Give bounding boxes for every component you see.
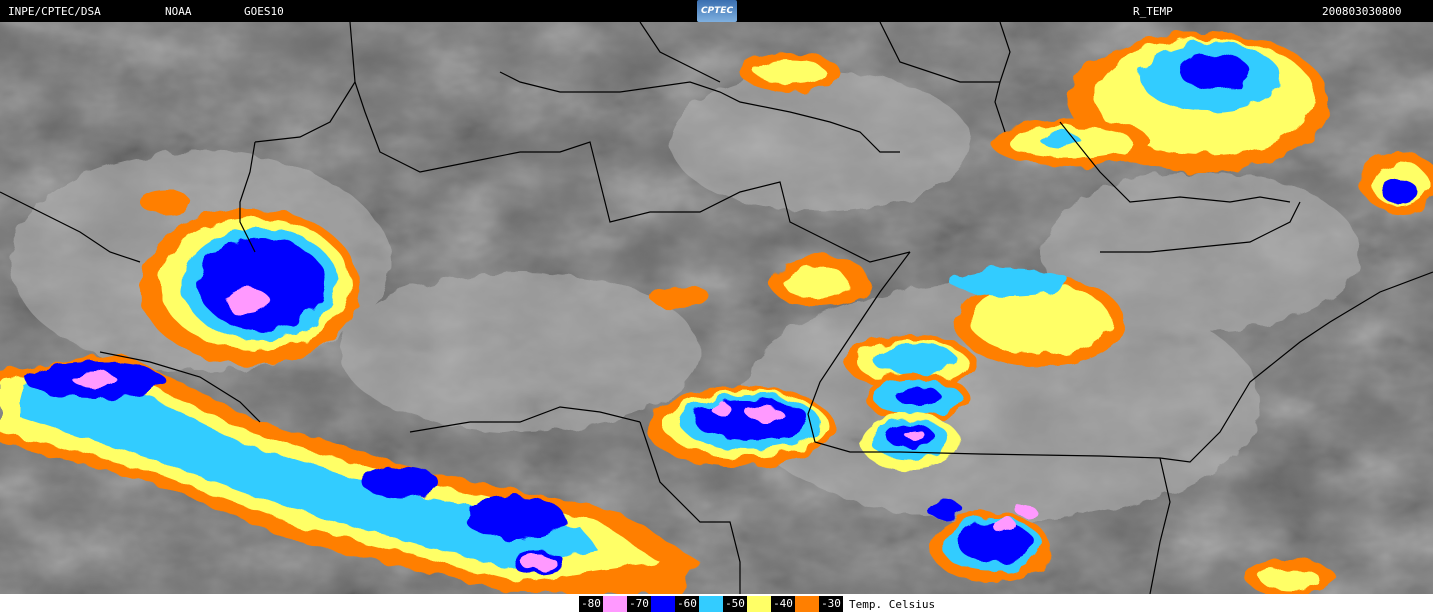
legend-title: Temp. Celsius <box>849 597 936 611</box>
legend-label-0: -80 <box>579 596 603 612</box>
legend-label-4: -40 <box>771 596 795 612</box>
logo-text: CPTEC <box>700 6 734 16</box>
legend-swatch-4 <box>795 596 819 612</box>
product-label: R_TEMP <box>1133 5 1173 18</box>
legend-swatch-2 <box>699 596 723 612</box>
legend-swatch-0 <box>603 596 627 612</box>
legend-swatch-1 <box>651 596 675 612</box>
header-bar: INPE/CPTEC/DSA NOAA GOES10 CPTEC R_TEMP … <box>0 0 1433 22</box>
satellite-image[interactable] <box>0 22 1433 594</box>
legend-label-1: -70 <box>627 596 651 612</box>
legend-label-5: -30 <box>819 596 843 612</box>
legend-bar: -80 -70 -60 -50 -40 -30 Temp. Celsius <box>0 594 1433 614</box>
legend-label-3: -50 <box>723 596 747 612</box>
legend-label-2: -60 <box>675 596 699 612</box>
cloud-top-map <box>0 22 1433 594</box>
agency-label: INPE/CPTEC/DSA <box>8 5 101 18</box>
legend-swatch-3 <box>747 596 771 612</box>
satellite-label: GOES10 <box>244 5 284 18</box>
cell-west <box>140 209 360 365</box>
cell-central <box>645 387 835 467</box>
cptec-logo: CPTEC <box>697 0 737 22</box>
source-label: NOAA <box>165 5 192 18</box>
legend-scale: -80 -70 -60 -50 -40 -30 Temp. Celsius <box>579 595 935 613</box>
timestamp-label: 200803030800 <box>1322 5 1402 18</box>
